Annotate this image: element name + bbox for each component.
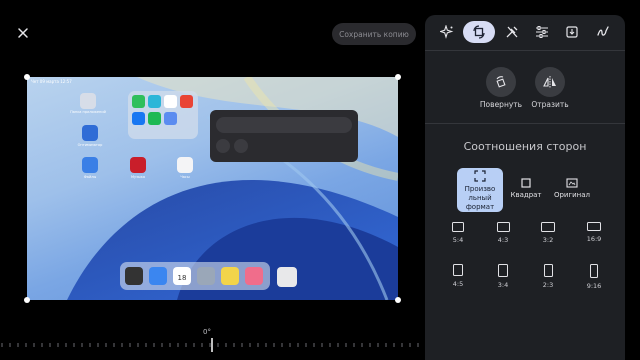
ratio-square-option[interactable]: Квадрат xyxy=(503,178,549,218)
app-label: Часы xyxy=(180,175,190,179)
close-icon xyxy=(18,28,28,38)
status-time: Чет 09 марта 12:57 xyxy=(31,79,72,84)
app-label: Музыка xyxy=(131,175,145,179)
crop-handle-top-left[interactable] xyxy=(24,74,30,80)
app-label: Оптимизатор xyxy=(77,143,103,147)
close-button[interactable] xyxy=(14,24,32,42)
overlay-card xyxy=(210,110,358,162)
ratio-shape-icon xyxy=(587,222,601,231)
export-icon xyxy=(566,26,578,38)
ratio-label: 16:9 xyxy=(586,235,602,243)
ratio-free-label: Произво льный формат xyxy=(464,185,496,211)
calendar-day: 18 xyxy=(173,267,191,285)
ratio-shape-icon xyxy=(543,264,553,277)
ratio-shape-icon xyxy=(453,264,463,276)
markup-icon xyxy=(597,26,609,36)
app-label: Файлы xyxy=(83,175,97,179)
crop-handle-bottom-right[interactable] xyxy=(395,297,401,303)
ratio-original-option[interactable]: Оригинал xyxy=(549,178,595,218)
ratio-label: 4:3 xyxy=(497,236,509,244)
ratio-option[interactable]: 16:9 xyxy=(579,222,609,250)
camera-icon xyxy=(216,139,230,153)
clock-app-icon xyxy=(177,157,193,173)
ratio-shape-icon xyxy=(496,222,510,232)
ratio-option[interactable]: 3:4 xyxy=(488,264,518,292)
flip-icon xyxy=(543,76,556,88)
folder-app-icon xyxy=(80,93,96,109)
ratio-option[interactable]: 4:3 xyxy=(488,222,518,250)
rotate-button[interactable] xyxy=(486,67,516,97)
ratio-shape-icon xyxy=(541,222,555,232)
shield-app-icon xyxy=(82,125,98,141)
ratio-shape-icon xyxy=(590,264,598,278)
flip-button[interactable] xyxy=(535,67,565,97)
rotation-angle: 0° xyxy=(203,328,211,336)
app-label: Папка приложений xyxy=(70,110,106,114)
ratio-option[interactable]: 2:3 xyxy=(533,264,563,292)
save-copy-button[interactable]: Сохранить копию xyxy=(332,23,416,45)
divider xyxy=(425,50,625,51)
ratio-option[interactable]: 3:2 xyxy=(533,222,563,250)
edited-photo[interactable]: Чет 09 марта 12:57 Папка приложений Опти… xyxy=(27,77,398,300)
ratio-label: 9:16 xyxy=(586,282,602,290)
tune-icon xyxy=(536,26,548,38)
tab-adjust[interactable] xyxy=(529,21,555,43)
ratio-label: 4:5 xyxy=(452,280,464,288)
ratio-option[interactable]: 5:4 xyxy=(443,222,473,250)
crop-rotate-icon xyxy=(473,25,485,39)
music-app-icon xyxy=(130,157,146,173)
free-crop-icon xyxy=(474,170,486,182)
tab-crop[interactable] xyxy=(463,21,495,43)
dock: 18 xyxy=(120,262,270,290)
tab-markup[interactable] xyxy=(590,21,616,43)
ratio-label: 5:4 xyxy=(452,236,464,244)
sparkle-icon xyxy=(440,25,454,39)
ratio-original-label: Оригинал xyxy=(553,191,591,199)
square-icon xyxy=(521,178,531,188)
recent-app-icon xyxy=(277,267,297,287)
rotate-icon xyxy=(496,76,506,88)
tab-export[interactable] xyxy=(559,21,585,43)
ratio-label: 3:2 xyxy=(542,236,554,244)
ratio-shape-icon xyxy=(498,264,508,277)
crop-handle-top-right[interactable] xyxy=(395,74,401,80)
ratio-label: 2:3 xyxy=(542,281,554,289)
divider xyxy=(425,123,625,124)
original-icon xyxy=(566,178,578,188)
ratio-label: 3:4 xyxy=(497,281,509,289)
pen-icon xyxy=(234,139,248,153)
ratio-option[interactable]: 4:5 xyxy=(443,264,473,292)
rotation-ruler[interactable] xyxy=(0,338,425,352)
aspect-ratio-title: Соотношения сторон xyxy=(463,140,587,153)
tab-suggestions[interactable] xyxy=(434,21,460,43)
edit-panel: Повернуть Отразить Соотношения сторон Пр… xyxy=(425,15,625,360)
flip-label: Отразить xyxy=(531,100,569,109)
crop-handle-bottom-left[interactable] xyxy=(24,297,30,303)
tools-icon xyxy=(506,26,518,38)
files-app-icon xyxy=(82,157,98,173)
tab-tools[interactable] xyxy=(499,21,525,43)
ratio-square-label: Квадрат xyxy=(510,191,542,199)
ratio-free-option[interactable]: Произво льный формат xyxy=(457,168,503,212)
ratio-option[interactable]: 9:16 xyxy=(579,264,609,292)
ratio-shape-icon xyxy=(452,222,464,232)
app-folder xyxy=(128,91,198,139)
